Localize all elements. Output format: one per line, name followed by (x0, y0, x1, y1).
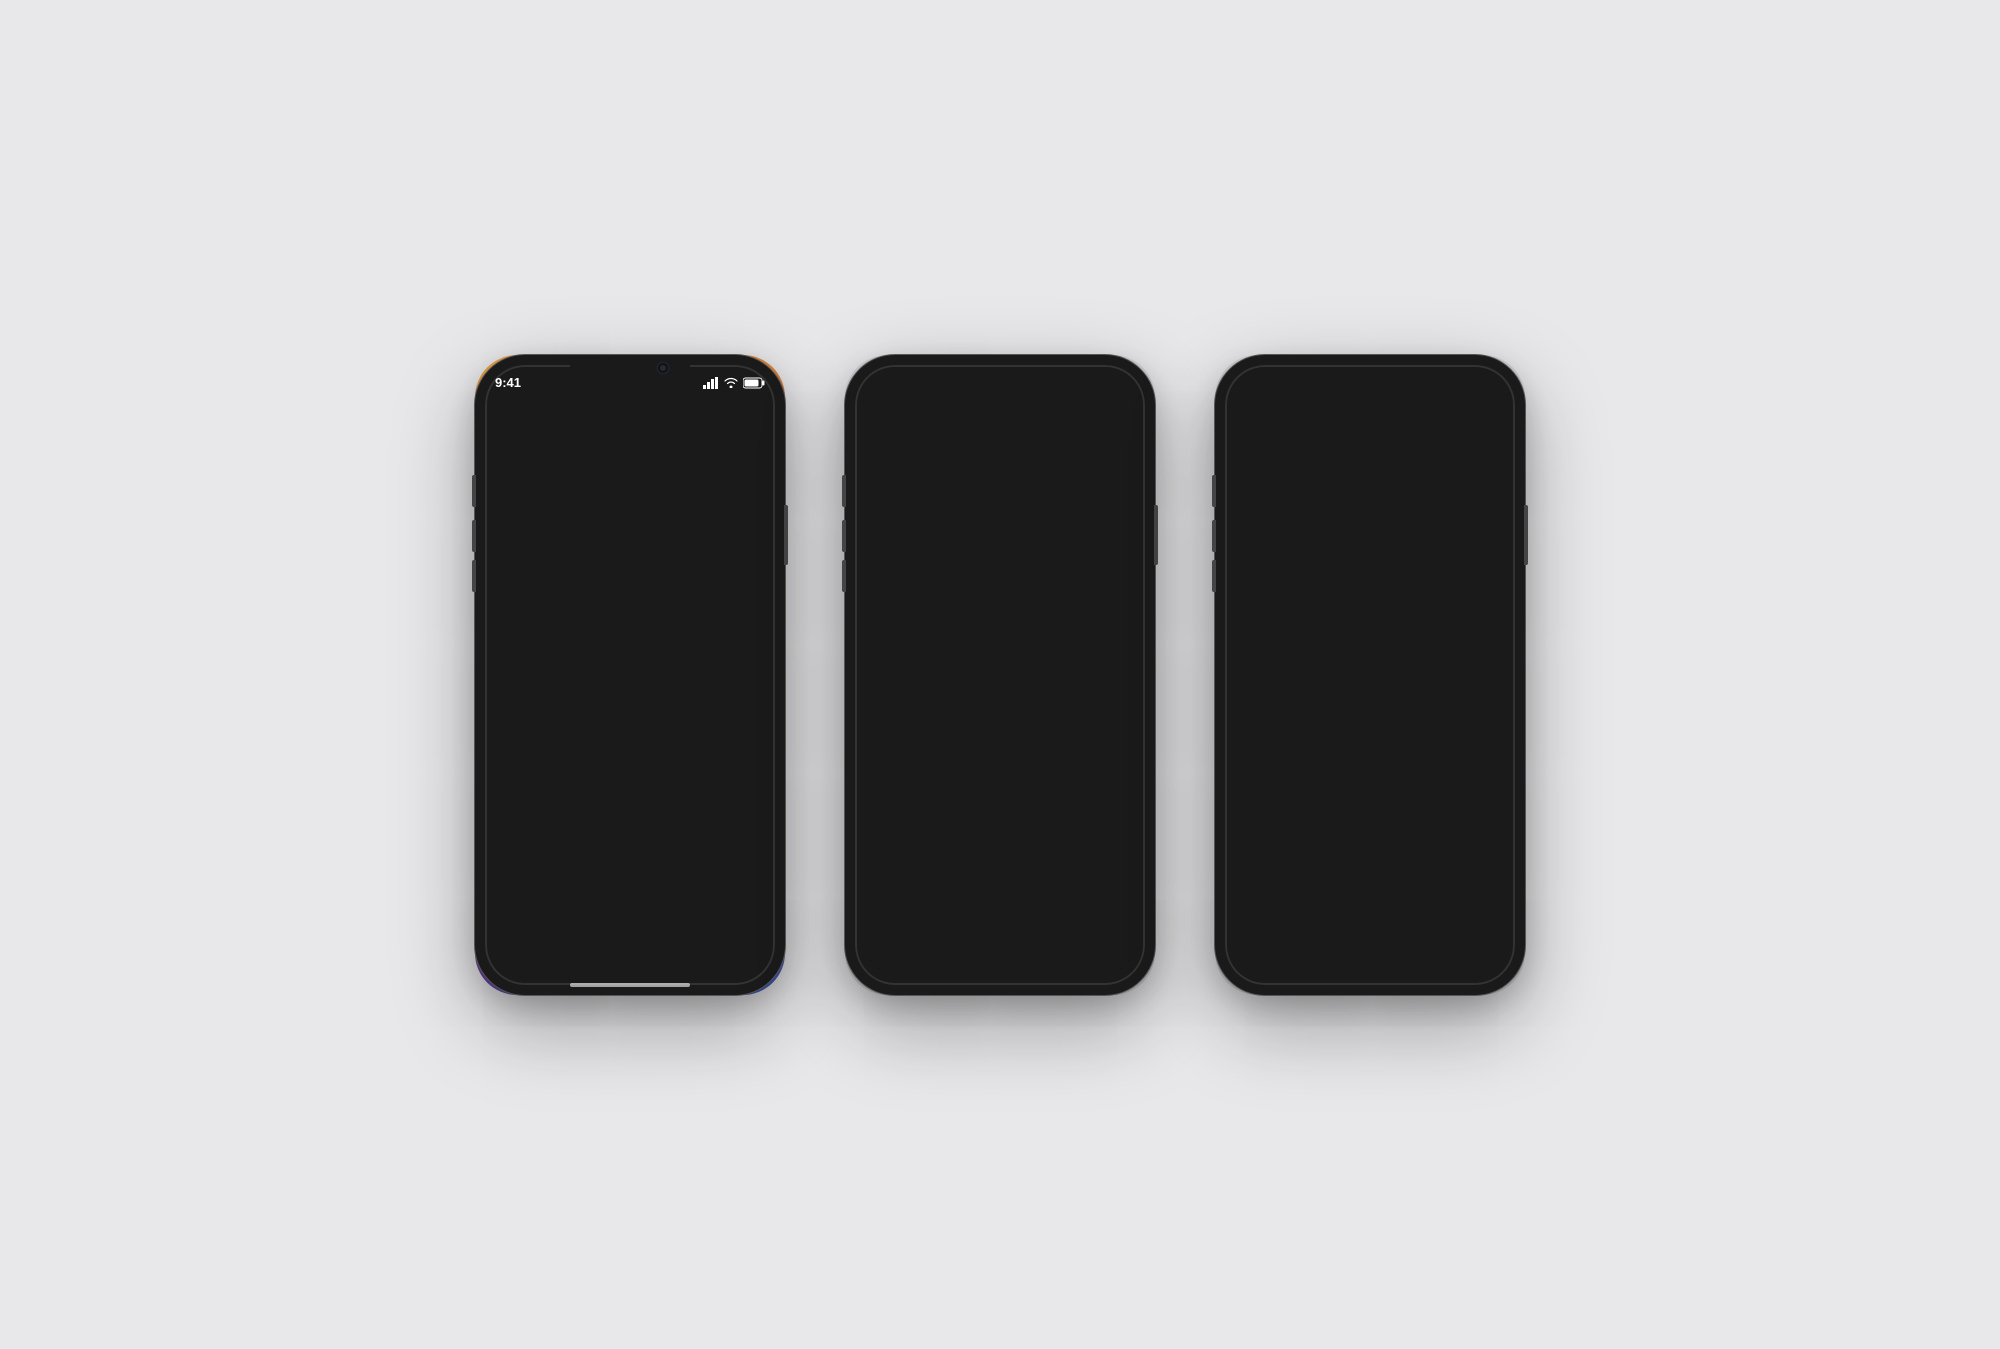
wifi-icon-3 (1464, 377, 1478, 388)
modal-actions-3: Decline Unlock (1234, 836, 1507, 965)
lock-notification[interactable]: UniFi Access now Calling from Main Door,… (495, 595, 765, 668)
modal-video-3 (1234, 676, 1507, 836)
decline-icon-3 (1303, 879, 1325, 901)
decline-label-2: Decline (922, 930, 965, 945)
decline-circle-2[interactable] (912, 858, 976, 922)
notif-time: now (733, 608, 753, 620)
unlock-circle-3[interactable] (1394, 858, 1458, 922)
phone-1-screen: 9:41 (475, 355, 785, 995)
home-indicator-1 (570, 983, 690, 987)
signal-icon (703, 377, 719, 389)
status-time-2: 9:41 (865, 375, 891, 390)
phone-1-lockscreen: 9:41 (475, 355, 785, 995)
lock-screen: 9:41 (475, 355, 785, 995)
wifi-icon-2 (1094, 377, 1108, 388)
notch-2 (940, 355, 1060, 383)
notif-app-name: UniFi Access (531, 608, 600, 620)
camera-icon[interactable]: 📷 (724, 910, 749, 935)
phone-3-unlock: 9:41 (1215, 355, 1525, 995)
status-time-1: 9:41 (495, 375, 521, 390)
battery-icon-3 (1483, 377, 1505, 389)
modal-bg-3: 9:41 (1215, 355, 1525, 995)
status-icons-3 (1443, 377, 1505, 389)
modal-remote-call-2: Remote Call (884, 642, 1117, 657)
unlock-btn-3[interactable]: Unlock (1394, 858, 1458, 945)
app-icon (507, 605, 525, 623)
decline-btn-3[interactable]: Decline (1282, 858, 1346, 945)
modal-card-3: ✕ Main Door-Entry 24F 0:07 (1234, 587, 1507, 965)
modal-subtitle-3: 24F (1254, 627, 1487, 642)
status-icons-1 (703, 377, 765, 389)
modal-close-3[interactable]: ✕ (1466, 601, 1490, 625)
modal-title-3: Main Door-Entry (1254, 605, 1487, 625)
signal-icon-3 (1443, 377, 1459, 389)
modal-image-2 (864, 672, 1137, 836)
unlock-key-icon (1413, 877, 1439, 903)
battery-icon-2 (1113, 377, 1135, 389)
modal-header-3: ✕ Main Door-Entry 24F 0:07 (1234, 587, 1507, 676)
answer-btn-2[interactable]: Answer (1024, 858, 1088, 945)
unlock-label-3: Unlock (1406, 930, 1446, 945)
decline-circle-3[interactable] (1282, 858, 1346, 922)
signal-icon-2 (1073, 377, 1089, 389)
answer-label-2: Answer (1034, 930, 1077, 945)
lock-date: Monday, Feb 3 (571, 538, 690, 559)
notif-body: Remote Call (507, 644, 753, 658)
modal-timer-3: 0:07 (1254, 644, 1487, 659)
modal-card-2: ✕ Main Door-Entry 24F Remote Call (864, 585, 1137, 965)
blur-dot-2 (883, 426, 905, 448)
notif-app: UniFi Access (507, 605, 600, 623)
blur-dot-3 (1253, 426, 1275, 448)
decline-btn-2[interactable]: Decline (912, 858, 976, 945)
modal-actions-2: Decline Answer (864, 836, 1137, 965)
notif-header: UniFi Access now (507, 605, 753, 623)
blur-notif-2 (873, 420, 1127, 454)
modal-header-2: ✕ Main Door-Entry 24F Remote Call (864, 585, 1137, 672)
unifi-icon (510, 608, 522, 620)
lock-bottom: 🔦 swipe up to open 📷 (475, 910, 785, 935)
answer-circle-2[interactable] (1024, 858, 1088, 922)
door-device-2 (955, 702, 1045, 812)
notch-1 (570, 355, 690, 383)
modal-title-2: Main Door-Entry (884, 603, 1117, 623)
home-indicator-3 (1310, 983, 1430, 987)
decline-icon-2 (933, 879, 955, 901)
blur-line-2 (913, 433, 1117, 441)
phone-2-incoming: 9:41 (845, 355, 1155, 995)
phone-2-screen: 9:41 (845, 355, 1155, 995)
phone-3-screen: 9:41 (1215, 355, 1525, 995)
flashlight-icon[interactable]: 🔦 (511, 910, 536, 935)
answer-icon-2 (1045, 879, 1067, 901)
lock-time: 9:41 (564, 455, 696, 537)
notif-title: Calling from Main Door, 24F-Entry (507, 626, 753, 641)
modal-close-2[interactable]: ✕ (1096, 599, 1120, 623)
lock-svg (619, 425, 641, 453)
status-icons-2 (1073, 377, 1135, 389)
status-time-3: 9:41 (1235, 375, 1261, 390)
blur-line-3 (1283, 433, 1487, 441)
home-indicator-2 (940, 983, 1060, 987)
battery-icon (743, 377, 765, 389)
swipe-hint: swipe up to open (581, 915, 679, 930)
blur-notif-3 (1243, 420, 1497, 454)
person-svg (1234, 676, 1507, 836)
decline-label-3: Decline (1292, 930, 1335, 945)
wifi-icon (724, 377, 738, 388)
modal-bg-2: 9:41 (845, 355, 1155, 995)
notch-3 (1310, 355, 1430, 383)
modal-subtitle-2: 24F (884, 625, 1117, 640)
